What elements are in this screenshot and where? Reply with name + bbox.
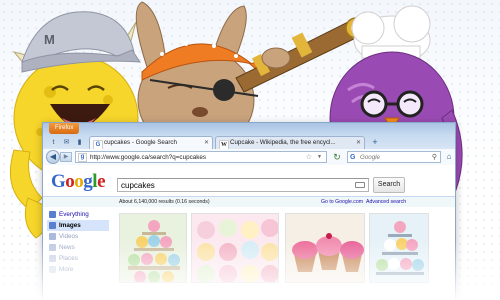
bookmark-star-icon[interactable]: ☆: [306, 152, 312, 163]
cupcake-grid-image: [192, 214, 278, 282]
tab-strip: t ✉ ▮ G cupcakes - Google Search ✕ W Cup…: [43, 135, 455, 149]
site-identity-icon[interactable]: g: [78, 153, 87, 162]
google-results-page: Google cupcakes Search About 6,140,000 r…: [43, 165, 455, 300]
web-search-box[interactable]: G Google ⚲: [347, 151, 441, 163]
image-result[interactable]: [369, 213, 429, 283]
tab-google-search[interactable]: G cupcakes - Google Search ✕: [89, 136, 213, 149]
search-icon[interactable]: ⚲: [432, 152, 437, 163]
cupcake-stand-image: [370, 214, 428, 282]
title-bar: Firefox: [43, 123, 455, 135]
google-logo[interactable]: Google: [51, 171, 105, 193]
close-tab-icon[interactable]: ✕: [356, 137, 361, 149]
gmail-icon[interactable]: ✉: [60, 136, 73, 148]
google-favicon-icon: G: [93, 139, 103, 149]
sidebar-item-videos[interactable]: Videos: [47, 231, 109, 242]
more-icon: [49, 266, 56, 273]
firefox-menu-button[interactable]: Firefox: [49, 123, 80, 134]
results-info-bar: About 6,140,000 results (0.16 seconds) G…: [43, 196, 455, 207]
svg-text:M: M: [44, 32, 55, 47]
search-query[interactable]: cupcakes: [121, 179, 155, 192]
address-bar[interactable]: g http://www.google.ca/search?q=cupcakes…: [75, 151, 327, 163]
promo-scene: M Firefox t ✉ ▮ G cupcakes - Google Sear…: [0, 0, 500, 300]
tab-list-icon[interactable]: ▮: [73, 136, 86, 148]
sidebar-item-label: News: [59, 244, 75, 251]
pink-cupcakes-image: [286, 214, 364, 282]
sidebar-item-label: More: [59, 266, 74, 273]
videos-icon: [49, 233, 56, 240]
search-input[interactable]: cupcakes: [117, 178, 369, 192]
everything-icon: [49, 211, 56, 218]
sidebar-item-label: Everything: [59, 211, 89, 218]
logo-letter: e: [97, 171, 105, 192]
search-type-sidebar: Everything Images Videos News Places Mor…: [47, 209, 109, 275]
goto-google-link[interactable]: Go to Google.com: [321, 197, 363, 207]
back-button[interactable]: ◀: [46, 150, 60, 164]
image-result[interactable]: [285, 213, 365, 283]
tab-title: cupcakes - Google Search: [104, 139, 177, 146]
keyboard-icon[interactable]: [355, 182, 365, 188]
logo-letter: G: [51, 171, 66, 192]
search-engine-icon[interactable]: G: [350, 152, 355, 163]
sidebar-item-label: Images: [59, 222, 81, 229]
tab-title: Cupcake - Wikipedia, the free encycl...: [230, 139, 336, 146]
twitter-icon[interactable]: t: [47, 136, 60, 148]
sidebar-item-label: Places: [59, 255, 78, 262]
logo-letter: g: [83, 171, 93, 192]
new-tab-button[interactable]: +: [369, 137, 381, 148]
tab-wikipedia[interactable]: W Cupcake - Wikipedia, the free encycl..…: [215, 136, 365, 149]
images-icon: [49, 222, 56, 229]
address-text[interactable]: http://www.google.ca/search?q=cupcakes: [90, 152, 206, 163]
close-tab-icon[interactable]: ✕: [204, 137, 209, 149]
browser-window: Firefox t ✉ ▮ G cupcakes - Google Search…: [42, 122, 456, 300]
image-result[interactable]: [119, 213, 187, 283]
forward-button[interactable]: ▶: [60, 152, 72, 162]
cupcake-tower-image: [120, 214, 186, 282]
sidebar-item-images[interactable]: Images: [47, 220, 109, 231]
places-icon: [49, 255, 56, 262]
results-count: About 6,140,000 results (0.16 seconds): [119, 199, 210, 205]
home-icon[interactable]: ⌂: [444, 151, 454, 163]
sidebar-item-everything[interactable]: Everything: [47, 209, 109, 220]
wikipedia-favicon-icon: W: [219, 139, 229, 149]
search-button[interactable]: Search: [373, 177, 405, 193]
sidebar-item-places[interactable]: Places: [47, 253, 109, 264]
sidebar-item-news[interactable]: News: [47, 242, 109, 253]
advanced-search-link[interactable]: Advanced search: [366, 197, 406, 207]
news-icon: [49, 244, 56, 251]
logo-letter: o: [65, 171, 75, 192]
sidebar-item-label: Videos: [59, 233, 79, 240]
dropdown-arrow-icon[interactable]: ▼: [317, 152, 322, 163]
reload-icon[interactable]: ↻: [331, 151, 343, 163]
image-result[interactable]: [191, 213, 279, 283]
web-search-placeholder: Google: [360, 154, 380, 161]
navigation-toolbar: ◀ ▶ g http://www.google.ca/search?q=cupc…: [43, 149, 455, 166]
sidebar-item-more[interactable]: More: [47, 264, 109, 275]
logo-letter: o: [74, 171, 84, 192]
